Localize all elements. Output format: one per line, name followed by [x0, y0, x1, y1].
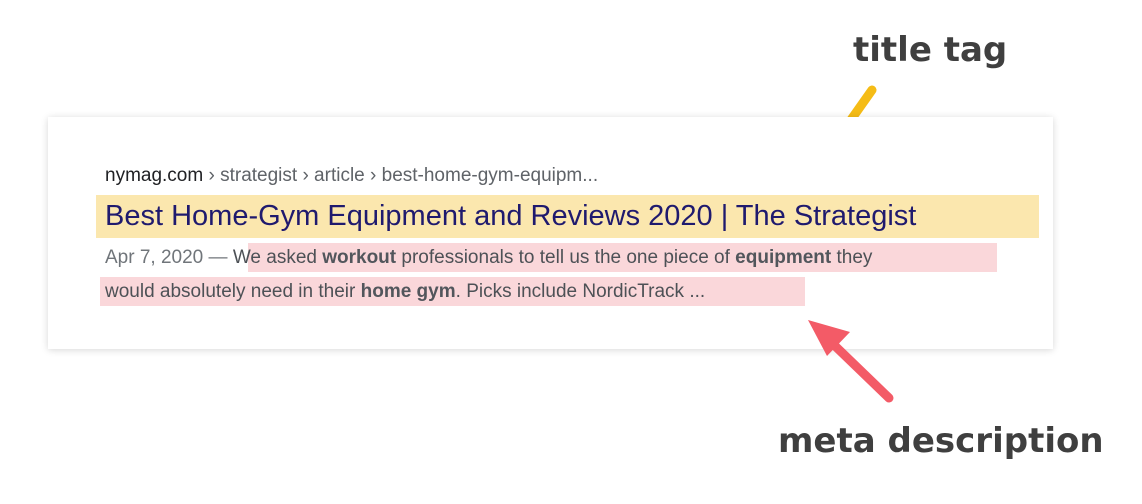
result-title-link[interactable]: Best Home-Gym Equipment and Reviews 2020… [105, 199, 916, 233]
snippet-keyword: home gym [360, 281, 456, 302]
snippet-text: professionals to tell us the one piece o… [396, 247, 736, 268]
snippet-keyword: equipment [735, 247, 832, 268]
result-snippet-line: would absolutely need in their home gym.… [105, 277, 705, 306]
snippet-keyword: workout [322, 247, 397, 268]
snippet-text: We asked [232, 247, 323, 268]
result-domain: nymag.com [105, 165, 204, 186]
snippet-text: . Picks include NordicTrack ... [455, 281, 706, 302]
snippet-text: would absolutely need in their [105, 281, 361, 302]
snippet-text: they [831, 247, 873, 268]
meta-description-label: meta description [778, 421, 1104, 461]
result-path: › strategist › article › best-home-gym-e… [203, 165, 599, 186]
result-date: Apr 7, 2020 — [105, 247, 228, 268]
result-snippet-line: Apr 7, 2020 — We asked workout professio… [105, 243, 872, 272]
title-tag-label: title tag [853, 30, 1008, 70]
result-breadcrumb[interactable]: nymag.com › strategist › article › best-… [105, 165, 598, 187]
search-result-card: nymag.com › strategist › article › best-… [48, 117, 1053, 349]
